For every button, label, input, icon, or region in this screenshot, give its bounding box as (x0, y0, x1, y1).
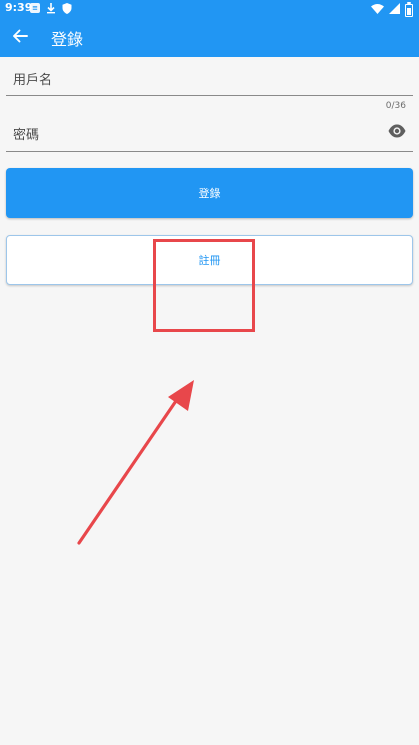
status-left-icons: ≡ (30, 3, 72, 17)
password-visibility-toggle[interactable] (388, 123, 406, 138)
username-underline (6, 95, 413, 96)
status-time: 9:39 (5, 1, 33, 14)
password-underline (6, 151, 413, 152)
eye-icon (388, 124, 406, 138)
username-field[interactable]: 用戶名 (6, 57, 413, 97)
download-icon (46, 3, 56, 17)
login-button[interactable]: 登錄 (6, 168, 413, 218)
app-bar: 9:39 ≡ 登錄 (0, 0, 419, 57)
username-label: 用戶名 (13, 73, 53, 88)
wifi-icon (371, 3, 384, 17)
battery-icon (405, 1, 413, 17)
arrow-back-icon (13, 29, 28, 43)
status-bar: 9:39 ≡ (0, 0, 419, 17)
annotation-highlight-box (153, 239, 255, 332)
status-right-icons (371, 1, 413, 17)
username-char-counter: 0/36 (385, 101, 406, 111)
password-label: 密碼 (13, 128, 40, 143)
shield-icon (62, 3, 72, 17)
notification-icon: ≡ (30, 3, 40, 13)
signal-icon (389, 3, 400, 17)
page-title: 登錄 (51, 30, 84, 49)
password-field[interactable]: 密碼 (6, 112, 413, 152)
back-button[interactable] (6, 22, 34, 50)
